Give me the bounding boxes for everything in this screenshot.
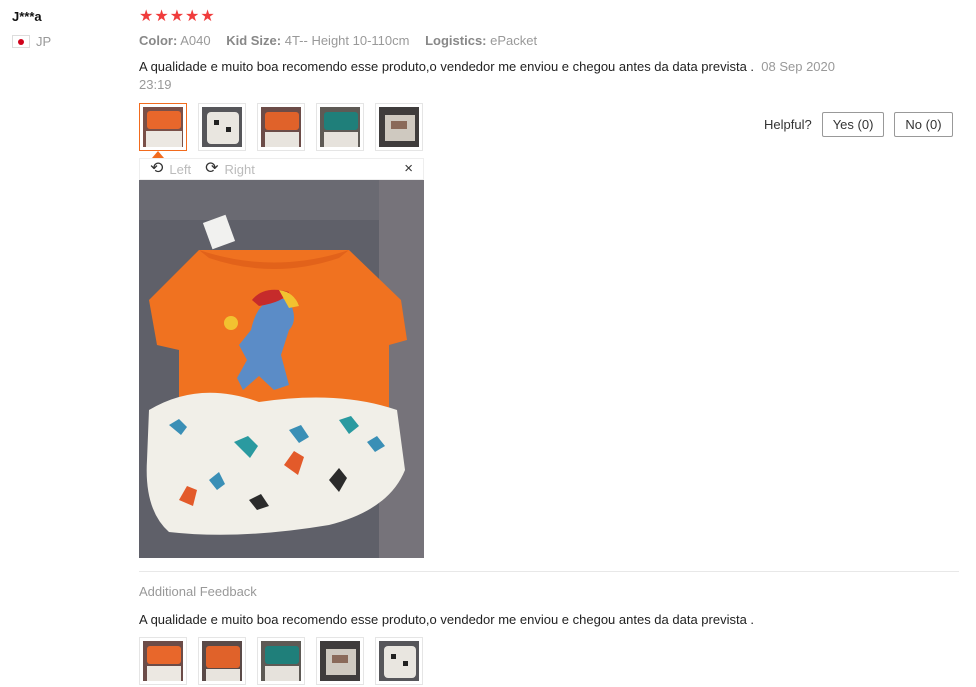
- star-rating: ★ ★ ★ ★ ★: [139, 8, 215, 26]
- additional-feedback-text: A qualidade e muito boa recomendo esse p…: [139, 612, 755, 627]
- attr-color-value: A040: [180, 33, 211, 48]
- review-photo: [139, 180, 424, 558]
- star-icon: ★: [200, 8, 215, 25]
- japan-flag-icon: [12, 35, 30, 48]
- attr-logistics-value: ePacket: [490, 33, 538, 48]
- helpful-section: Helpful? Yes (0) No (0): [764, 112, 953, 137]
- star-icon: ★: [139, 8, 154, 25]
- review-thumbnail[interactable]: [139, 103, 187, 151]
- additional-thumbnail[interactable]: [139, 637, 187, 685]
- review-text: A qualidade e muito boa recomendo esse p…: [139, 59, 755, 74]
- helpful-label: Helpful?: [764, 117, 812, 132]
- reviewer-country: JP: [12, 34, 51, 49]
- country-code: JP: [36, 34, 52, 49]
- attr-size-label: Kid Size:: [226, 33, 282, 48]
- attr-size-value: 4T-- Height 10-110cm: [284, 33, 410, 48]
- rotate-right-button[interactable]: Right: [225, 162, 255, 177]
- review-thumbnail[interactable]: [198, 103, 246, 151]
- rotate-right-icon[interactable]: ⟳: [205, 161, 218, 177]
- photo-illustration: [139, 180, 424, 558]
- viewer-toolbar: ⟲ Left ⟳ Right ×: [139, 158, 424, 180]
- review-thumbnail[interactable]: [375, 103, 423, 151]
- additional-thumbnail[interactable]: [316, 637, 364, 685]
- section-divider: [139, 571, 959, 572]
- product-attributes: Color: A040 Kid Size: 4T-- Height 10-110…: [139, 33, 549, 48]
- image-viewer: ⟲ Left ⟳ Right ×: [139, 158, 424, 558]
- review-thumbnail[interactable]: [316, 103, 364, 151]
- attr-logistics-label: Logistics:: [425, 33, 487, 48]
- star-icon: ★: [154, 8, 169, 25]
- close-icon[interactable]: ×: [404, 160, 413, 177]
- rotate-left-icon[interactable]: ⟲: [150, 161, 163, 177]
- review-body: A qualidade e muito boa recomendo esse p…: [139, 58, 859, 94]
- reviewer-name: J***a: [12, 9, 42, 24]
- rotate-left-button[interactable]: Left: [169, 162, 191, 177]
- additional-thumbnail[interactable]: [198, 637, 246, 685]
- additional-thumbnails: [139, 637, 423, 685]
- star-icon: ★: [169, 8, 185, 25]
- selected-thumbnail-pointer: [152, 151, 164, 158]
- star-icon: ★: [185, 8, 200, 25]
- additional-feedback-heading: Additional Feedback: [139, 584, 257, 599]
- review-thumbnail[interactable]: [257, 103, 305, 151]
- helpful-yes-button[interactable]: Yes (0): [821, 112, 885, 137]
- review-thumbnails: [139, 103, 423, 151]
- additional-thumbnail[interactable]: [257, 637, 305, 685]
- attr-color-label: Color:: [139, 33, 178, 48]
- additional-thumbnail[interactable]: [375, 637, 423, 685]
- helpful-no-button[interactable]: No (0): [894, 112, 953, 137]
